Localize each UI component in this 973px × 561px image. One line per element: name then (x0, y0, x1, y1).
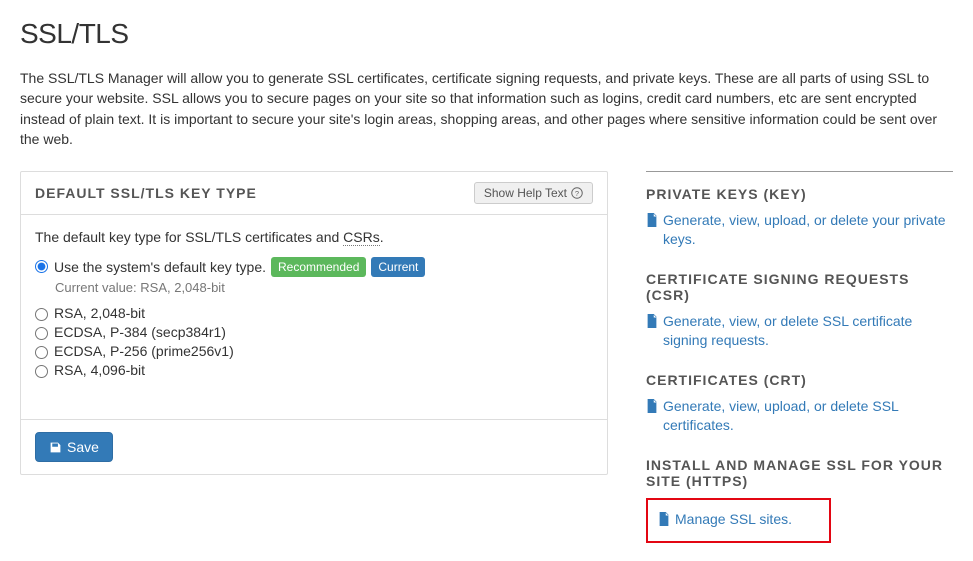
key-type-radio[interactable] (35, 308, 48, 321)
link-label: Generate, view, upload, or delete SSL ce… (663, 397, 953, 435)
default-key-type-panel: DEFAULT SSL/TLS KEY TYPE Show Help Text … (20, 171, 608, 475)
link-label: Generate, view, or delete SSL certificat… (663, 312, 953, 350)
file-icon (646, 314, 658, 328)
file-icon (658, 512, 670, 526)
recommended-badge: Recommended (271, 257, 366, 277)
page-title: SSL/TLS (20, 18, 953, 50)
option-label: RSA, 4,096-bit (54, 362, 145, 378)
key-type-radio[interactable] (35, 365, 48, 378)
option-label: ECDSA, P-384 (secp384r1) (54, 324, 226, 340)
save-label: Save (67, 439, 99, 455)
question-circle-icon: ? (571, 187, 583, 199)
panel-description: The default key type for SSL/TLS certifi… (35, 229, 593, 245)
csr-link[interactable]: Generate, view, or delete SSL certificat… (646, 312, 953, 350)
key-type-option-ecdsa256[interactable]: ECDSA, P-256 (prime256v1) (35, 343, 593, 359)
intro-text: The SSL/TLS Manager will allow you to ge… (20, 68, 950, 149)
csr-heading: CERTIFICATE SIGNING REQUESTS (CSR) (646, 271, 953, 303)
option-label: RSA, 2,048-bit (54, 305, 145, 321)
highlight-box: Manage SSL sites. (646, 498, 831, 543)
option-label: Use the system's default key type. (54, 259, 266, 275)
install-manage-heading: INSTALL AND MANAGE SSL FOR YOUR SITE (HT… (646, 457, 953, 489)
certificates-heading: CERTIFICATES (CRT) (646, 372, 953, 388)
current-value-text: Current value: RSA, 2,048-bit (55, 280, 593, 295)
certificates-link[interactable]: Generate, view, upload, or delete SSL ce… (646, 397, 953, 435)
private-keys-heading: PRIVATE KEYS (KEY) (646, 186, 953, 202)
show-help-button[interactable]: Show Help Text ? (474, 182, 593, 204)
key-type-option-rsa2048[interactable]: RSA, 2,048-bit (35, 305, 593, 321)
key-type-option-rsa4096[interactable]: RSA, 4,096-bit (35, 362, 593, 378)
link-label: Generate, view, upload, or delete your p… (663, 211, 953, 249)
file-icon (646, 399, 658, 413)
key-type-radio[interactable] (35, 327, 48, 340)
manage-ssl-sites-link[interactable]: Manage SSL sites. (658, 510, 792, 529)
private-keys-link[interactable]: Generate, view, upload, or delete your p… (646, 211, 953, 249)
current-badge: Current (371, 257, 425, 277)
svg-text:?: ? (575, 189, 579, 198)
key-type-radio[interactable] (35, 346, 48, 359)
key-type-option-default[interactable]: Use the system's default key type. Recom… (35, 257, 593, 277)
key-type-radio[interactable] (35, 260, 48, 273)
save-icon (49, 441, 62, 454)
save-button[interactable]: Save (35, 432, 113, 462)
panel-title: DEFAULT SSL/TLS KEY TYPE (35, 185, 257, 201)
key-type-option-ecdsa384[interactable]: ECDSA, P-384 (secp384r1) (35, 324, 593, 340)
option-label: ECDSA, P-256 (prime256v1) (54, 343, 234, 359)
file-icon (646, 213, 658, 227)
link-label: Manage SSL sites. (675, 510, 792, 529)
show-help-label: Show Help Text (484, 186, 567, 200)
